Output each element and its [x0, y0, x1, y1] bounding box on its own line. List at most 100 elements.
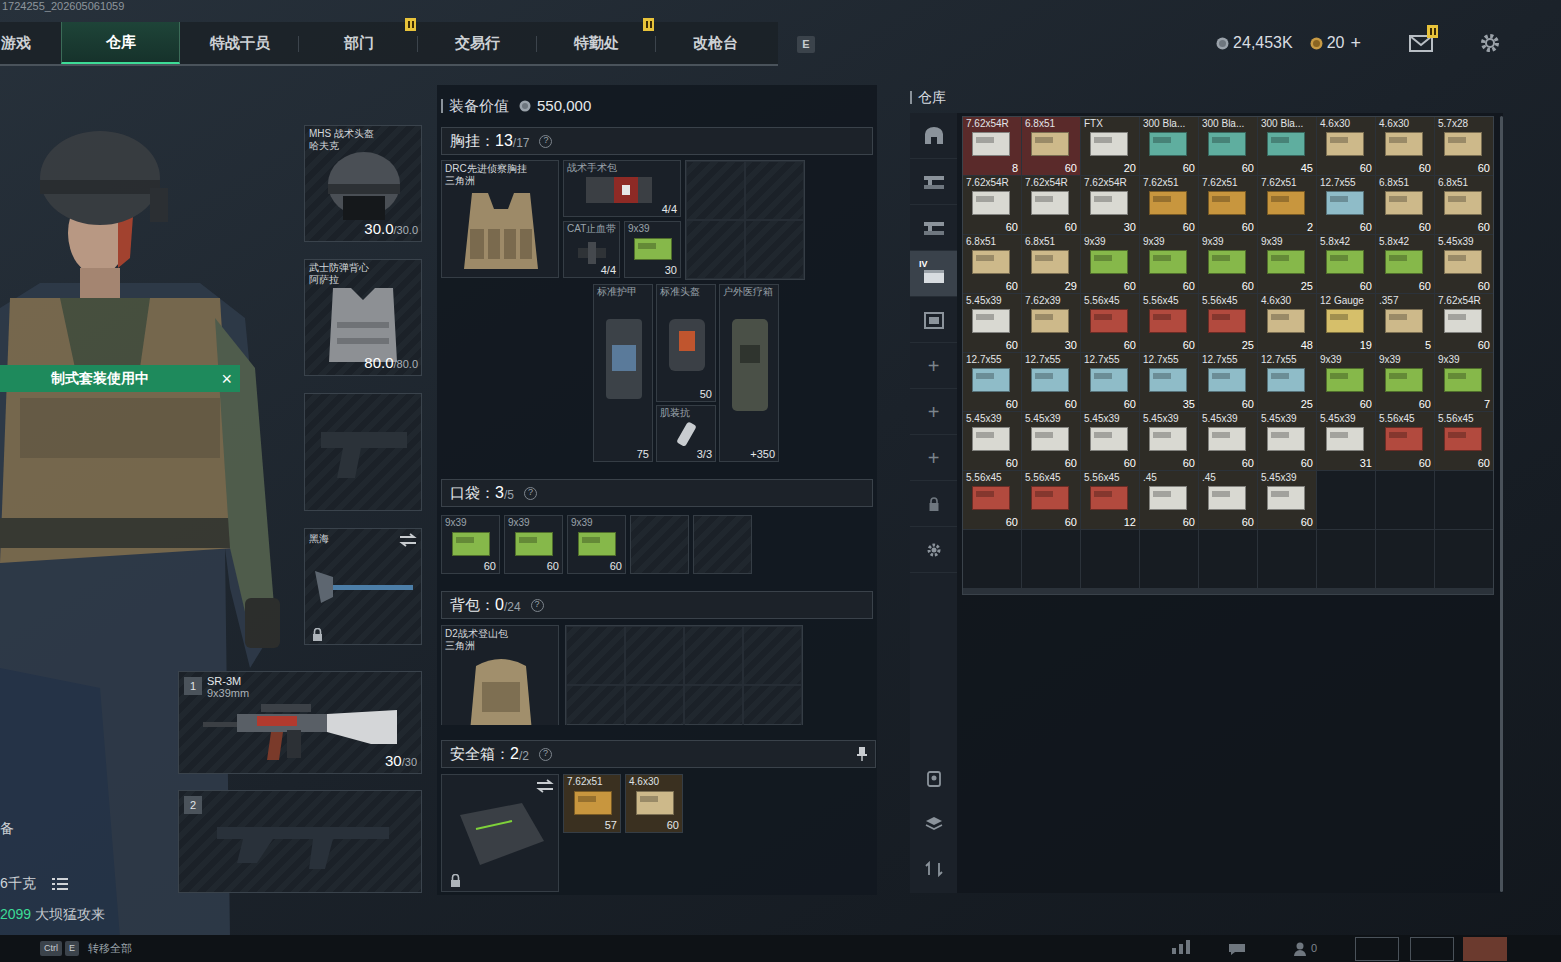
empty-cell[interactable] — [745, 161, 804, 220]
weapon-slot[interactable]: 1SR-3M9x39mm30/30 — [178, 671, 422, 774]
stash-empty-cell[interactable] — [1376, 471, 1434, 529]
stash-item[interactable]: 7.62x3930 — [1022, 294, 1080, 352]
stash-item[interactable]: 4.6x3048 — [1258, 294, 1316, 352]
stash-item[interactable]: .4560 — [1199, 471, 1257, 529]
stash-empty-cell[interactable] — [1376, 530, 1434, 588]
stash-item[interactable]: 7.62x5160 — [1199, 176, 1257, 234]
chat-icon[interactable] — [1227, 942, 1247, 956]
stash-item[interactable]: 5.56x4560 — [1140, 294, 1198, 352]
pin-icon[interactable] — [857, 747, 867, 761]
stash-item[interactable]: 7.62x54R60 — [1022, 176, 1080, 234]
list-icon[interactable] — [52, 877, 68, 891]
stash-item[interactable]: 5.45x3960 — [963, 294, 1021, 352]
empty-cell[interactable] — [566, 685, 625, 725]
empty-cell[interactable] — [686, 220, 745, 279]
empty-cell[interactable] — [625, 685, 684, 725]
weapon-slot[interactable]: 2 — [178, 790, 422, 893]
pocket-slot[interactable]: 9x3960 — [567, 515, 626, 574]
stash-item[interactable]: 5.56x4560 — [963, 471, 1021, 529]
stash-item[interactable]: 7.62x54R8 — [963, 117, 1021, 175]
stash-empty-cell[interactable] — [1258, 530, 1316, 588]
transfer-all[interactable]: CtrlE转移全部 — [40, 940, 132, 957]
pocket-slot[interactable] — [693, 515, 752, 574]
stash-item[interactable]: 7.62x5160 — [1140, 176, 1198, 234]
stash-item[interactable]: 4.6x3060 — [1376, 117, 1434, 175]
stash-item[interactable]: 6.8x5160 — [1435, 176, 1493, 234]
stash-item[interactable]: 9x3925 — [1258, 235, 1316, 293]
stash-item[interactable]: 5.45x3960 — [1258, 471, 1316, 529]
stash-item[interactable]: 6.8x5160 — [1022, 117, 1080, 175]
stash-item[interactable]: 9x3960 — [1317, 353, 1375, 411]
pistol-slot[interactable] — [304, 393, 422, 511]
help-button[interactable]: ? — [539, 135, 552, 148]
backpack-slot[interactable]: D2战术登山包三角洲 — [441, 625, 559, 725]
nav-tab[interactable]: 交易行 — [418, 22, 537, 64]
empty-cell[interactable] — [745, 220, 804, 279]
pocket-slot[interactable]: 9x3960 — [441, 515, 500, 574]
stash-empty-cell[interactable] — [1435, 530, 1493, 588]
stash-item[interactable]: 6.8x5129 — [1022, 235, 1080, 293]
stash-item[interactable]: 12.7x5525 — [1258, 353, 1316, 411]
pocket-slot[interactable]: 9x3960 — [504, 515, 563, 574]
chest-item[interactable]: 战术手术包4/4 — [563, 160, 681, 217]
add-token-button[interactable]: + — [1350, 30, 1361, 57]
stash-item[interactable]: 5.8x4260 — [1376, 235, 1434, 293]
stash-item[interactable]: 9x397 — [1435, 353, 1493, 411]
stash-item[interactable]: 7.62x54R60 — [1435, 294, 1493, 352]
empty-cell[interactable] — [684, 685, 743, 725]
stash-item[interactable]: 5.45x3960 — [1435, 235, 1493, 293]
stash-item[interactable]: 6.8x5160 — [963, 235, 1021, 293]
sidebar-item[interactable]: IV — [910, 251, 957, 297]
armor-plate-item[interactable]: 标准护甲75 — [593, 284, 653, 462]
stash-item[interactable]: 5.45x3960 — [1022, 412, 1080, 470]
nav-tab[interactable]: 部门 — [299, 22, 418, 64]
mail-button[interactable] — [1408, 33, 1434, 53]
chest-rig-slot[interactable]: DRC先进侦察胸挂三角洲 — [441, 160, 559, 278]
squad-slot[interactable] — [1355, 937, 1399, 961]
stash-empty-cell[interactable] — [1022, 530, 1080, 588]
stash-item[interactable]: 5.56x4560 — [1376, 412, 1434, 470]
stash-item[interactable]: 12.7x5535 — [1140, 353, 1198, 411]
chest-item[interactable]: 9x3930 — [624, 221, 681, 278]
nav-tab[interactable]: 改枪台 — [656, 22, 775, 64]
sidebar-tool[interactable] — [910, 846, 957, 891]
empty-cell[interactable] — [625, 626, 684, 685]
chest-item[interactable]: 肌装抗3/3 — [656, 405, 716, 462]
empty-cell[interactable] — [566, 626, 625, 685]
safe-item[interactable]: 4.6x3060 — [625, 774, 683, 833]
stash-item[interactable]: 9x3960 — [1140, 235, 1198, 293]
helmet-plate-item[interactable]: 标准头盔50 — [656, 284, 716, 402]
stash-item[interactable]: 9x3960 — [1081, 235, 1139, 293]
stash-empty-cell[interactable] — [1435, 471, 1493, 529]
safe-case-slot[interactable] — [441, 774, 559, 892]
sidebar-item[interactable] — [910, 297, 957, 343]
empty-cell[interactable] — [686, 161, 745, 220]
gear-icon[interactable] — [1479, 32, 1501, 54]
medkit-item[interactable]: 户外医疗箱+350 — [719, 284, 779, 462]
stash-item[interactable]: 5.8x4260 — [1317, 235, 1375, 293]
sidebar-item[interactable]: + — [910, 435, 957, 481]
preset-close-button[interactable]: × — [221, 370, 232, 388]
stash-item[interactable]: 5.45x3960 — [1258, 412, 1316, 470]
stash-item[interactable]: 5.56x4560 — [1022, 471, 1080, 529]
swap-icon[interactable] — [399, 533, 417, 547]
empty-cell[interactable] — [743, 685, 802, 725]
stash-item[interactable]: 6.8x5160 — [1376, 176, 1434, 234]
stash-item[interactable]: 9x3960 — [1376, 353, 1434, 411]
safe-item[interactable]: 7.62x5157 — [563, 774, 621, 833]
stash-item[interactable]: FTX20 — [1081, 117, 1139, 175]
stash-item[interactable]: 7.62x54R30 — [1081, 176, 1139, 234]
stats-button[interactable] — [1171, 937, 1191, 961]
empty-cell[interactable] — [684, 626, 743, 685]
sidebar-item[interactable] — [910, 113, 957, 159]
stash-item[interactable]: 5.45x3931 — [1317, 412, 1375, 470]
stash-scrollbar[interactable] — [1500, 116, 1503, 892]
help-button[interactable]: ? — [531, 599, 544, 612]
stash-item[interactable]: 300 Bla...60 — [1140, 117, 1198, 175]
sidebar-item[interactable] — [910, 527, 957, 573]
stash-item[interactable]: 300 Bla...45 — [1258, 117, 1316, 175]
nav-tab[interactable]: 特勤处 — [537, 22, 656, 64]
sidebar-tool[interactable] — [910, 801, 957, 846]
stash-empty-cell[interactable] — [1140, 530, 1198, 588]
stash-item[interactable]: 9x3960 — [1199, 235, 1257, 293]
